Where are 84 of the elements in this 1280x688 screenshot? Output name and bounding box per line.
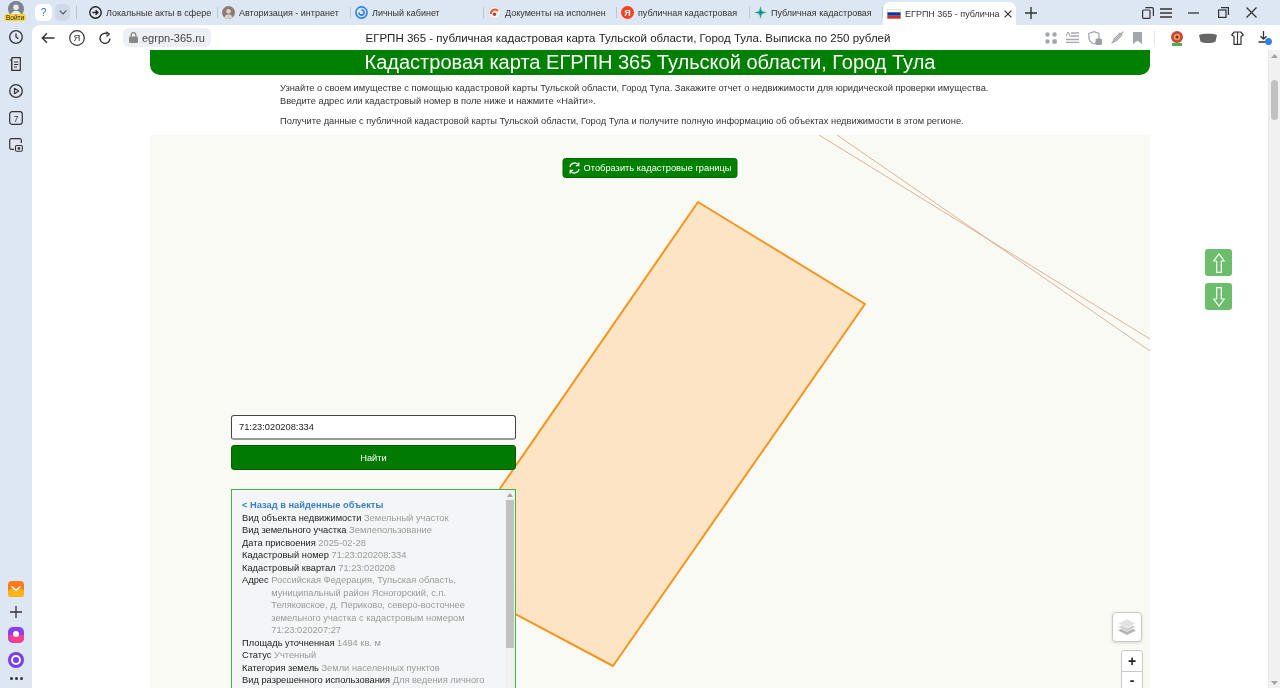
- lock-icon: [129, 32, 138, 43]
- property-value: 71:23:020208: [338, 561, 397, 574]
- extension-icon[interactable]: [1169, 29, 1185, 46]
- ring-icon[interactable]: [8, 652, 24, 668]
- round-logo-icon: [488, 6, 501, 19]
- menu-icon[interactable]: [1160, 7, 1172, 18]
- browser-tab[interactable]: Локальные акты в сфере: [85, 2, 218, 23]
- down-arrow-icon: [1212, 286, 1225, 307]
- bowl-icon[interactable]: [1199, 32, 1217, 43]
- plus-icon[interactable]: [1025, 6, 1037, 19]
- intro-paragraph: Узнайте о своем имуществе с помощью кадастровой карты Тульской области, Город Тула. Закажите отчет о недвижимости для юридической проверки имущества. Введите адрес или кадастровый номер в поле ниже и нажмите «Найти».: [280, 82, 990, 108]
- scrollbar-thumb[interactable]: [506, 500, 514, 648]
- scrollbar[interactable]: [1268, 50, 1280, 688]
- back-link[interactable]: < Назад в найденные объекты: [242, 499, 502, 512]
- url-text[interactable]: egrpn-365.ru: [142, 31, 205, 44]
- restore-icon[interactable]: [1218, 7, 1229, 18]
- property-value: Земли населенных пунктов: [321, 661, 441, 674]
- browser-tab[interactable]: ЕГРПН 365 - публична: [883, 2, 1016, 25]
- property-value: Земельный участок: [364, 511, 450, 524]
- property-label: Категория земель: [242, 661, 319, 674]
- show-boundaries-button[interactable]: Отобразить кадастровые границы: [562, 158, 738, 178]
- property-label: Кадастровый квартал: [242, 561, 336, 574]
- property-value: Землепользование: [349, 524, 433, 537]
- property-label: Вид объекта недвижимости: [242, 511, 362, 524]
- browser-tab[interactable]: Личный кабинет: [351, 2, 484, 23]
- property-value: Учтенный: [274, 649, 318, 662]
- property-value: 1494 кв. м: [337, 636, 382, 649]
- intro-paragraph: Получите данные с публичной кадастровой карты Тульской области, Город Тула и получите полную информацию об объектах недвижимости в этом регионе.: [280, 115, 965, 128]
- property-value: Российская Федерация, Тульская область, муниципальный район Ясногорский, с.п. Теляковское, д. Периково, северо-восточнее земельного участка с кадастровым номером 71:23:020207:27: [271, 574, 466, 637]
- property-label: Вид разрешенного использования: [242, 674, 391, 687]
- search-button[interactable]: Найти: [231, 445, 516, 470]
- property-label: Площадь уточненная: [242, 636, 335, 649]
- shirt-icon[interactable]: [1231, 30, 1244, 45]
- browser-tab[interactable]: Я публичная кадастровая: [617, 2, 750, 23]
- minimize-icon[interactable]: [1188, 11, 1199, 14]
- map-canvas[interactable]: [150, 135, 1150, 688]
- address-field[interactable]: egrpn-365.ru: [123, 28, 211, 47]
- close-icon[interactable]: [1246, 7, 1257, 18]
- calendar-icon[interactable]: 7: [9, 111, 23, 125]
- more-icon[interactable]: [9, 677, 23, 680]
- chevron-down-icon: [58, 10, 67, 15]
- zoom-out-button[interactable]: -: [1121, 672, 1143, 688]
- plus-icon[interactable]: [10, 606, 22, 618]
- mail-icon[interactable]: [8, 581, 24, 597]
- spiral-icon: [355, 6, 368, 19]
- property-label: Дата присвоения: [242, 536, 316, 549]
- browser-tab[interactable]: Публичная кадастровая: [750, 2, 883, 23]
- scrollbar-thumb[interactable]: [1271, 80, 1278, 120]
- property-value: 2025-02-28: [318, 536, 367, 549]
- panel-scrollbar[interactable]: [505, 490, 515, 688]
- property-label: Кадастровый номер: [242, 549, 329, 562]
- screenshot-icon[interactable]: [9, 138, 23, 152]
- letter-circle-icon[interactable]: Я: [69, 29, 85, 46]
- tabs-dropdown-button[interactable]: [55, 4, 70, 21]
- search-field[interactable]: 71:23:020208:334: [231, 415, 516, 440]
- property-value: 71:23:020208:334: [331, 549, 408, 562]
- zoom-in-button[interactable]: +: [1121, 650, 1143, 672]
- browser-tab[interactable]: Документы на исполнен: [484, 2, 617, 23]
- download-icon[interactable]: [1258, 30, 1272, 45]
- up-arrow-icon: [1212, 252, 1225, 273]
- play-icon[interactable]: [9, 84, 23, 98]
- browser-tab[interactable]: Авторизация - интранет: [218, 2, 351, 23]
- letter-circle-icon: Я: [621, 6, 634, 19]
- flag-icon: [887, 8, 901, 19]
- property-label: Вид земельного участка: [242, 524, 347, 537]
- page-title: ЕГРПН 365 - публичная кадастровая карта Тульской области, Город Тула. Выписка по 250 рублей: [365, 31, 891, 44]
- avatar-icon: [222, 6, 235, 19]
- close-icon[interactable]: [1003, 9, 1012, 18]
- clock-icon[interactable]: [9, 30, 23, 44]
- property-label: Статус: [242, 649, 272, 662]
- page-heading: Кадастровая карта ЕГРПН 365 Тульской области, Город Тула: [150, 50, 1150, 75]
- property-value: Для ведения личного: [392, 674, 486, 687]
- tab-group-button[interactable]: ?: [35, 4, 52, 21]
- arrow-circle-icon: [89, 6, 102, 19]
- overlapping-squares-icon[interactable]: [1142, 6, 1154, 19]
- shield-icon[interactable]: [1088, 30, 1102, 45]
- sparkle-icon: [754, 6, 767, 19]
- reload-icon[interactable]: [98, 30, 112, 45]
- property-label: Адрес: [242, 574, 269, 587]
- refresh-icon: [568, 162, 581, 174]
- notes-icon[interactable]: [9, 57, 23, 71]
- back-icon[interactable]: [41, 31, 55, 44]
- app-icon[interactable]: [8, 627, 24, 643]
- layers-icon: [1118, 619, 1136, 635]
